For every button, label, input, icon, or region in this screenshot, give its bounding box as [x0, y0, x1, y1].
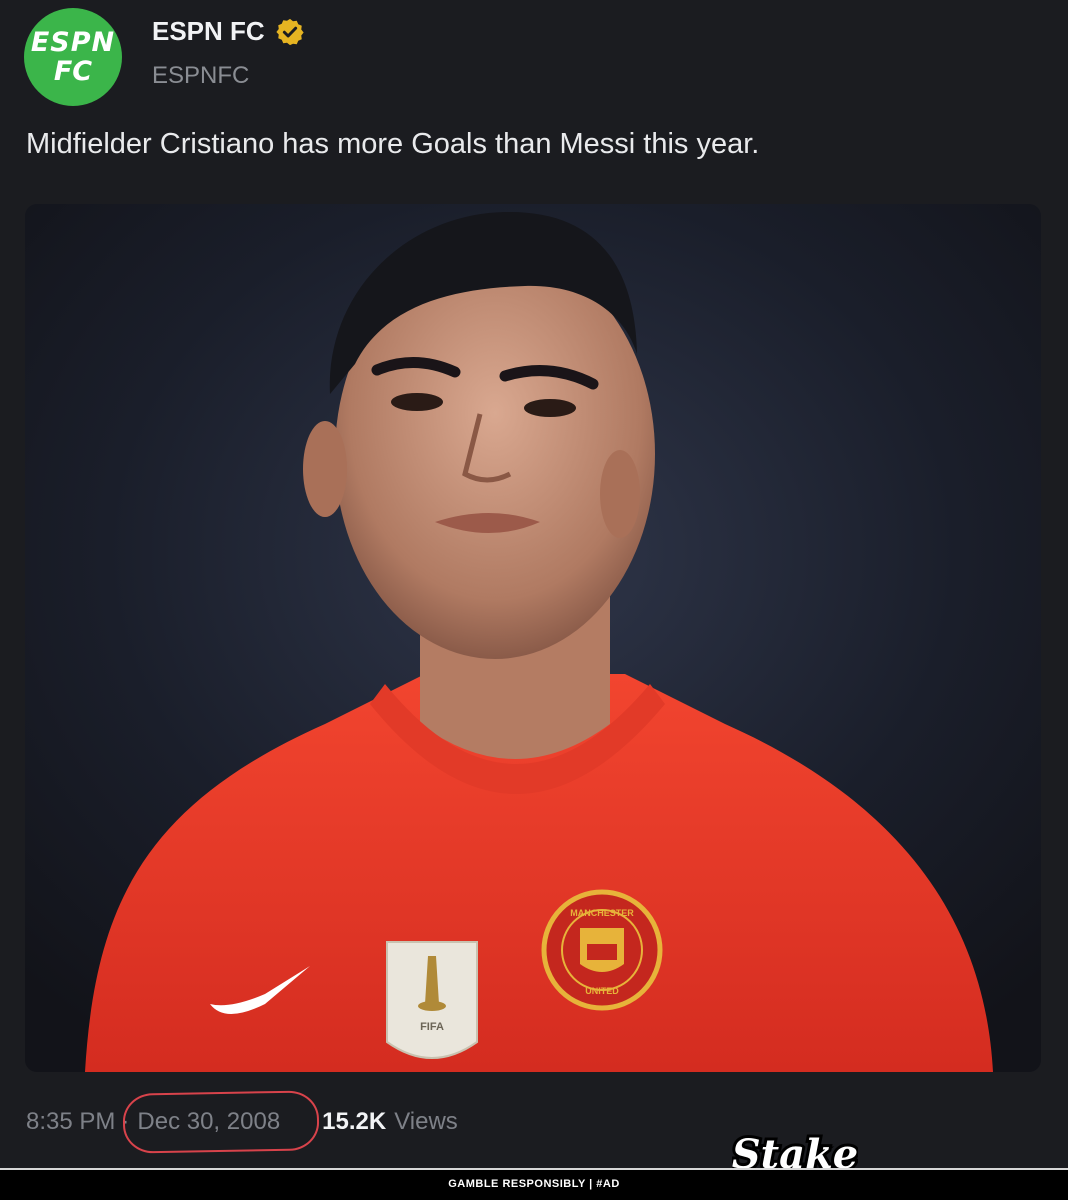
avatar-logo-line2: FC: [53, 56, 93, 87]
views-label: Views: [394, 1108, 458, 1135]
post-metadata-row: 8:35 PM · Dec 30, 2008 15.2K Views: [26, 1090, 458, 1154]
author-name-row[interactable]: ESPN FC: [152, 16, 305, 47]
avatar[interactable]: ESPN FC: [24, 8, 122, 106]
verified-badge-icon: [276, 18, 304, 45]
avatar-logo-line1: ESPN: [30, 27, 116, 58]
author-display-name[interactable]: ESPN FC: [152, 16, 265, 47]
fifa-badge-text: FIFA: [420, 1021, 444, 1033]
post-time[interactable]: 8:35 PM: [26, 1108, 115, 1136]
svg-text:UNITED: UNITED: [585, 986, 619, 996]
date-annotation-circle: [122, 1090, 320, 1154]
post-text: Midfielder Cristiano has more Goals than…: [26, 128, 760, 160]
club-crest-icon: MANCHESTER UNITED: [541, 889, 663, 1011]
views-count: 15.2K: [322, 1108, 387, 1135]
post-image[interactable]: FIFA MANCHESTER UNITED: [25, 204, 1041, 1072]
svg-text:MANCHESTER: MANCHESTER: [570, 908, 634, 918]
author-handle[interactable]: ESPNFC: [152, 62, 249, 90]
ad-banner[interactable]: GAMBLE RESPONSIBLY | #AD: [0, 1168, 1068, 1200]
post-card: ESPN FC ESPN FC ESPNFC Midfielder Cristi…: [0, 0, 1068, 1168]
player-photo-illustration: FIFA MANCHESTER UNITED: [25, 204, 1041, 1072]
post-date[interactable]: Dec 30, 2008: [122, 1090, 320, 1154]
ad-disclaimer: GAMBLE RESPONSIBLY | #AD: [448, 1178, 620, 1190]
